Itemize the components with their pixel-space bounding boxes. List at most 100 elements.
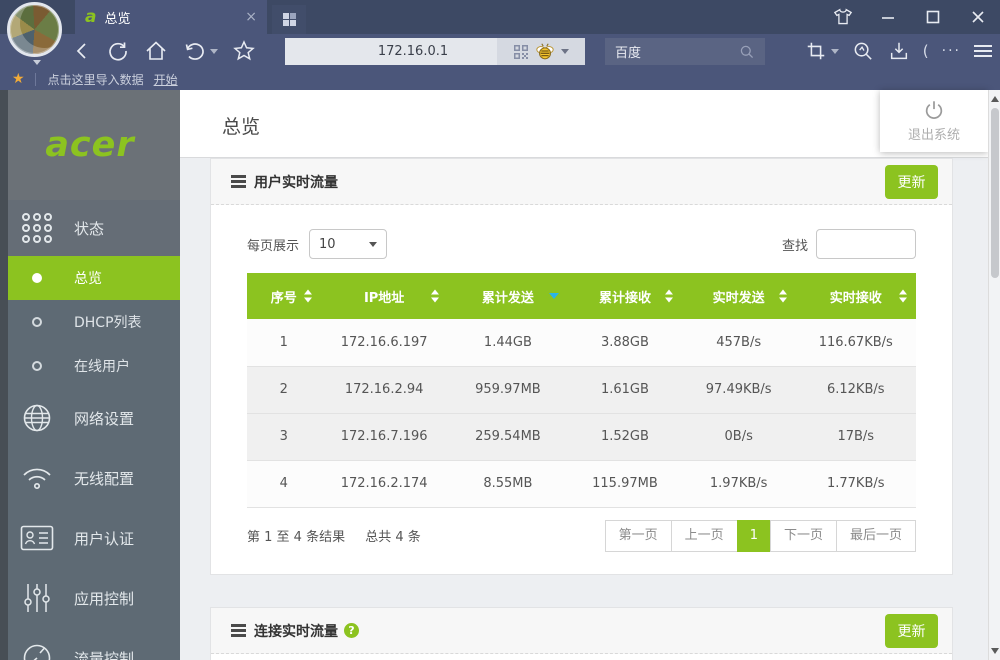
hamburger-icon	[974, 45, 992, 57]
user-traffic-body: 每页展示 10 查找	[211, 205, 952, 552]
maximize-button[interactable]	[910, 0, 955, 34]
acer-logo: acer	[45, 125, 134, 165]
browser-avatar[interactable]	[7, 2, 62, 57]
undo-button[interactable]	[182, 39, 218, 63]
page-1-button[interactable]: 1	[737, 520, 771, 552]
site-favicon-icon: a	[85, 7, 96, 27]
shirt-icon	[833, 8, 853, 26]
connection-traffic-panel-header: 连接实时流量 ? 更新	[211, 608, 952, 654]
search-icon[interactable]	[739, 44, 755, 60]
next-page-button[interactable]: 下一页	[770, 520, 837, 552]
search-box[interactable]: 百度	[605, 38, 765, 65]
home-button[interactable]	[144, 39, 168, 63]
gauge-icon	[0, 642, 74, 660]
connection-traffic-panel: 连接实时流量 ? 更新	[210, 607, 953, 660]
logout-button[interactable]: 退出系统	[880, 90, 988, 152]
sidebar-item-network-settings[interactable]: 网络设置	[0, 388, 180, 448]
table-row[interactable]: 2 172.16.2.94 959.97MB 1.61GB 97.49KB/s …	[247, 366, 916, 413]
table-row[interactable]: 3 172.16.7.196 259.54MB 1.52GB 0B/s 17B/…	[247, 413, 916, 460]
new-tab-button[interactable]	[272, 5, 306, 34]
find-button[interactable]	[852, 40, 875, 63]
user-traffic-table: 序号 IP地址 累计发送 累计接收	[247, 273, 916, 508]
screenshot-crop-icon	[805, 40, 827, 62]
screen: a 总览 ×	[0, 0, 1000, 660]
extension-tray-icon[interactable]: (	[923, 42, 929, 60]
scrollbar-thumb[interactable]	[991, 108, 999, 278]
refresh-icon	[106, 39, 130, 63]
tab-close-icon[interactable]: ×	[245, 9, 257, 25]
table-footer: 第 1 至 4 条结果 总共 4 条 第一页 上一页 1 下一页 最后一页	[247, 520, 916, 552]
page-size-label: 每页展示	[247, 235, 299, 254]
chevron-down-icon	[369, 242, 377, 247]
prev-page-button[interactable]: 上一页	[671, 520, 738, 552]
url-text[interactable]: 172.16.0.1	[285, 44, 497, 59]
table-row[interactable]: 1 172.16.6.197 1.44GB 3.88GB 457B/s 116.…	[247, 319, 916, 366]
help-icon[interactable]: ?	[344, 623, 359, 638]
favorite-button[interactable]	[232, 39, 256, 63]
sort-icon[interactable]	[431, 290, 439, 303]
address-bar[interactable]: 172.16.0.1	[285, 38, 585, 65]
more-options-icon[interactable]: ···	[942, 43, 961, 59]
first-page-button[interactable]: 第一页	[605, 520, 672, 552]
column-header-realtime-received[interactable]: 实时接收	[796, 273, 916, 319]
column-header-realtime-sent[interactable]: 实时发送	[682, 273, 796, 319]
bookmark-star-icon[interactable]: ★	[12, 71, 25, 87]
skin-theme-button[interactable]	[820, 0, 865, 34]
sidebar-item-dhcp-list[interactable]: DHCP列表	[0, 300, 180, 344]
sidebar-item-traffic-control[interactable]: 流量控制	[0, 628, 180, 660]
sidebar-item-user-auth[interactable]: 用户认证	[0, 508, 180, 568]
qr-code-icon[interactable]	[513, 44, 529, 60]
last-page-button[interactable]: 最后一页	[836, 520, 916, 552]
column-header-total-sent[interactable]: 累计发送	[448, 273, 568, 319]
menu-button[interactable]	[974, 45, 992, 57]
refresh-connection-traffic-button[interactable]: 更新	[885, 614, 938, 648]
sidebar-item-wireless-config[interactable]: 无线配置	[0, 448, 180, 508]
table-row[interactable]: 4 172.16.2.174 8.55MB 115.97MB 1.97KB/s …	[247, 460, 916, 507]
refresh-user-traffic-button[interactable]: 更新	[885, 165, 938, 199]
find-magnifier-icon	[852, 40, 875, 63]
column-header-index[interactable]: 序号	[247, 273, 321, 319]
avatar[interactable]	[7, 2, 62, 57]
start-link[interactable]: 开始	[154, 71, 178, 88]
tab-title: 总览	[104, 8, 245, 27]
column-header-total-received[interactable]: 累计接收	[568, 273, 682, 319]
download-button[interactable]	[888, 40, 910, 62]
screenshot-button[interactable]	[805, 40, 839, 62]
table-search-input[interactable]	[816, 229, 916, 259]
close-window-button[interactable]	[955, 0, 1000, 34]
sidebar-item-status[interactable]: 状态	[0, 200, 180, 256]
sort-icon[interactable]	[779, 290, 787, 303]
scroll-up-icon[interactable]	[991, 96, 999, 102]
screenshot-dropdown-icon[interactable]	[831, 49, 839, 54]
star-icon	[232, 39, 256, 63]
page-scrollbar[interactable]	[988, 90, 1000, 660]
column-header-ip[interactable]: IP地址	[321, 273, 448, 319]
bookmark-bar: ★ 点击这里导入数据 开始	[0, 68, 1000, 90]
sidebar-item-app-control[interactable]: 应用控制	[0, 568, 180, 628]
address-dropdown-icon[interactable]	[561, 49, 569, 54]
sidebar-item-overview[interactable]: 总览	[0, 256, 180, 300]
refresh-button[interactable]	[106, 39, 130, 63]
user-traffic-panel: 用户实时流量 更新 每页展示 10 查找	[210, 158, 953, 575]
back-button[interactable]	[72, 40, 92, 62]
id-card-icon	[0, 525, 74, 551]
page-size-select[interactable]: 10	[309, 229, 387, 259]
scroll-down-icon[interactable]	[991, 648, 999, 654]
sort-desc-active-icon[interactable]	[549, 293, 559, 299]
connection-traffic-title: 连接实时流量	[254, 621, 338, 641]
avatar-dropdown-icon[interactable]	[33, 60, 41, 65]
sort-icon[interactable]	[899, 290, 907, 303]
dot-outline-icon	[0, 361, 74, 371]
minimize-button[interactable]	[865, 0, 910, 34]
bee-icon[interactable]	[535, 42, 555, 61]
import-data-link[interactable]: 点击这里导入数据	[48, 71, 144, 88]
window-controls	[820, 0, 1000, 34]
sidebar-item-label: 应用控制	[74, 588, 134, 609]
globe-icon	[0, 402, 74, 434]
undo-dropdown-icon[interactable]	[210, 49, 218, 54]
browser-tab[interactable]: a 总览 ×	[75, 0, 267, 34]
power-icon	[923, 99, 945, 121]
sidebar-item-online-users[interactable]: 在线用户	[0, 344, 180, 388]
sort-icon[interactable]	[304, 290, 312, 303]
sort-icon[interactable]	[665, 290, 673, 303]
